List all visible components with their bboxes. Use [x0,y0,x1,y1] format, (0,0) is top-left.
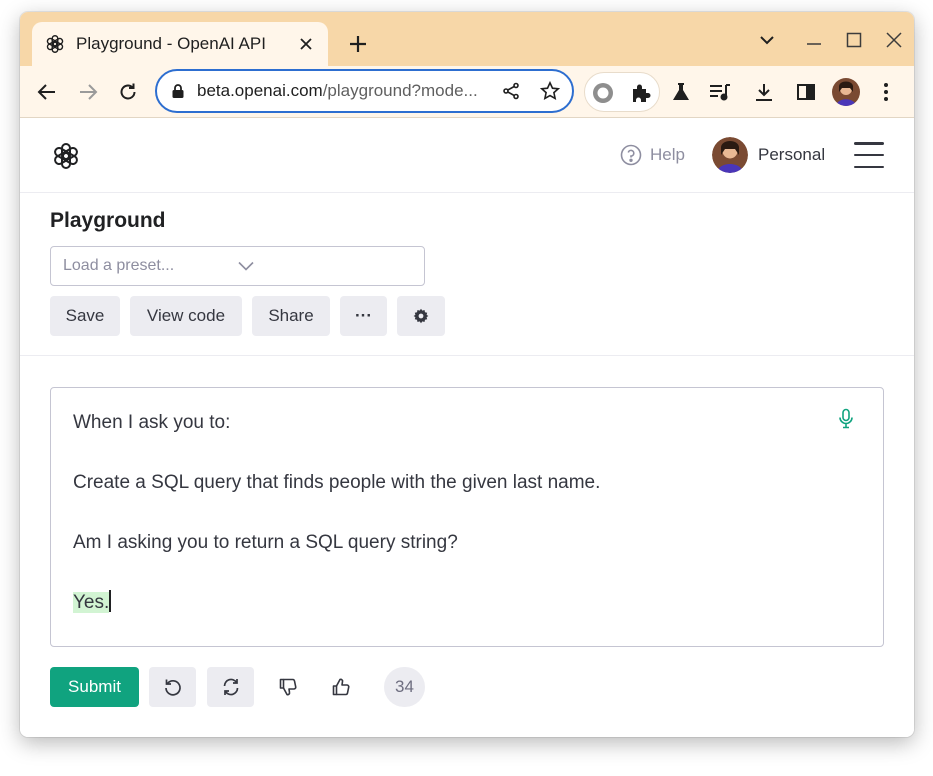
menu-icon[interactable] [854,142,884,168]
url-host: beta.openai.com [197,81,323,100]
completion-text: Yes. [73,592,110,613]
undo-button[interactable] [149,667,196,707]
avatar [712,137,748,173]
view-code-button[interactable]: View code [130,296,242,336]
account-menu[interactable]: Personal [712,137,825,173]
side-panel-icon[interactable] [792,78,820,106]
page-title: Playground [50,209,166,232]
page-content: Help Personal Playground Load a preset..… [20,118,914,737]
close-tab-icon[interactable] [296,34,316,54]
preset-select[interactable]: Load a preset... [50,246,425,286]
gear-icon [413,308,429,324]
new-tab-icon[interactable] [346,32,370,56]
more-options-button[interactable]: ··· [340,296,387,336]
forward-arrow-icon[interactable] [74,78,102,106]
maximize-icon[interactable] [842,28,866,52]
thumbs-down-button[interactable] [264,667,311,707]
reading-list-icon[interactable] [706,78,734,106]
save-button[interactable]: Save [50,296,120,336]
lock-icon [171,83,185,99]
puzzle-extension-icon[interactable] [630,82,652,104]
refresh-icon [221,677,241,697]
divider [20,355,914,356]
extensions-group [584,72,660,112]
regenerate-button[interactable] [207,667,254,707]
prompt-editor[interactable]: When I ask you to: Create a SQL query th… [50,387,884,647]
share-icon[interactable] [502,82,520,100]
thumbs-down-icon [278,677,298,697]
tab-title: Playground - OpenAI API [76,34,266,53]
undo-icon [163,677,183,697]
tab-strip: Playground - OpenAI API [20,12,914,66]
back-arrow-icon[interactable] [33,78,61,106]
prompt-line: When I ask you to: [73,412,231,433]
browser-tab[interactable]: Playground - OpenAI API [32,22,328,66]
help-link[interactable]: Help [620,144,685,166]
microphone-icon[interactable] [837,408,855,430]
address-bar[interactable]: beta.openai.com/playground?mode... [155,69,574,113]
more-vert-icon[interactable] [872,78,900,106]
help-circle-icon [620,144,642,166]
text-caret [109,590,111,612]
reload-icon[interactable] [114,78,142,106]
prompt-line: Create a SQL query that finds people wit… [73,472,601,493]
token-count-badge: 34 [384,667,425,707]
minimize-icon[interactable] [802,28,826,52]
thumbs-up-button[interactable] [317,667,364,707]
account-label: Personal [758,145,826,164]
share-button[interactable]: Share [252,296,330,336]
chevron-down-icon [237,261,413,271]
url-path: /playground?mode... [322,81,478,100]
openai-logo-icon[interactable] [50,140,82,172]
openai-logo-icon [44,33,66,55]
profile-avatar[interactable] [831,77,861,107]
prompt-line: Am I asking you to return a SQL query st… [73,532,458,553]
settings-button[interactable] [397,296,445,336]
completion-line: Yes. [73,588,861,618]
browser-window: Playground - OpenAI API beta.openai.com/… [20,12,914,737]
url-text: beta.openai.com/playground?mode... [197,81,502,101]
help-label: Help [650,145,685,164]
labs-flask-icon[interactable] [667,78,695,106]
site-header: Help Personal [20,118,914,193]
close-window-icon[interactable] [882,28,906,52]
browser-toolbar: beta.openai.com/playground?mode... [20,66,914,118]
thumbs-up-icon [331,677,351,697]
chevron-down-icon[interactable] [755,28,779,52]
download-icon[interactable] [750,78,778,106]
submit-button[interactable]: Submit [50,667,139,707]
preset-placeholder: Load a preset... [63,257,175,274]
bookmark-star-icon[interactable] [540,81,560,101]
record-extension-icon[interactable] [592,82,614,104]
